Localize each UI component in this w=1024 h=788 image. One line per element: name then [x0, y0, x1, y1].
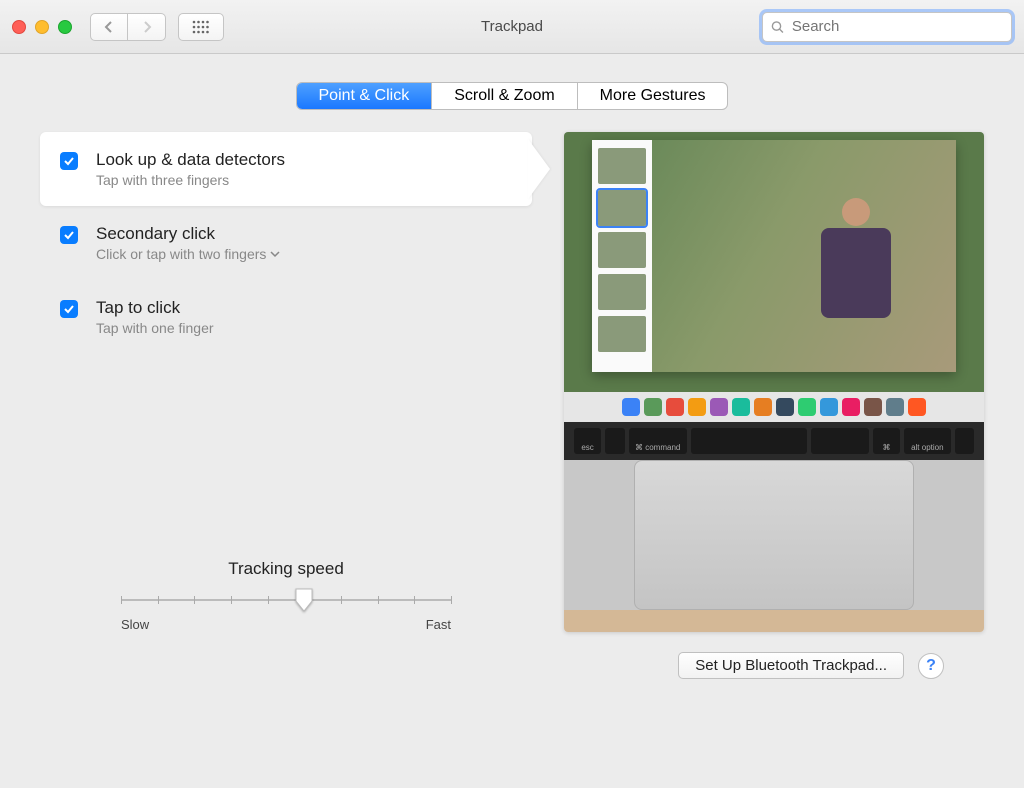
- tab-more-gestures[interactable]: More Gestures: [578, 83, 728, 109]
- option-title: Look up & data detectors: [96, 150, 285, 170]
- checkbox-tap-to-click[interactable]: [60, 300, 78, 318]
- gesture-preview: esc ⌘ command ⌘alt option: [564, 132, 984, 632]
- chevron-down-icon: [270, 250, 280, 258]
- help-button[interactable]: ?: [918, 653, 944, 679]
- option-text: Look up & data detectors Tap with three …: [96, 150, 285, 188]
- slider-max-label: Fast: [426, 617, 451, 632]
- fullscreen-window-button[interactable]: [58, 20, 72, 34]
- search-input[interactable]: [790, 17, 1003, 36]
- options-column: Look up & data detectors Tap with three …: [40, 132, 532, 632]
- dock-app-icon: [644, 398, 662, 416]
- preview-desk: [564, 610, 984, 632]
- preview-sidebar: [592, 140, 652, 372]
- keyboard-key: [811, 428, 869, 454]
- slider-min-label: Slow: [121, 617, 149, 632]
- preview-thumb: [598, 316, 646, 352]
- preview-thumb: [598, 148, 646, 184]
- option-subtitle-dropdown[interactable]: Click or tap with two fingers: [96, 246, 280, 262]
- check-icon: [63, 303, 75, 315]
- keyboard-key: alt option: [904, 428, 951, 454]
- option-tap-to-click[interactable]: Tap to click Tap with one finger: [40, 280, 532, 354]
- option-title: Tap to click: [96, 298, 214, 318]
- tabbar: Point & Click Scroll & Zoom More Gesture…: [296, 82, 729, 110]
- dock-app-icon: [886, 398, 904, 416]
- checkbox-secondary-click[interactable]: [60, 226, 78, 244]
- traffic-lights: [12, 20, 72, 34]
- preview-keyboard: esc ⌘ command ⌘alt option: [564, 422, 984, 460]
- search-field-wrap[interactable]: [762, 12, 1012, 42]
- slider-line: [121, 599, 451, 601]
- preview-thumb: [598, 232, 646, 268]
- dock-app-icon: [688, 398, 706, 416]
- keyboard-key: [955, 428, 974, 454]
- preview-trackpad: [634, 460, 914, 610]
- content-area: Point & Click Scroll & Zoom More Gesture…: [0, 54, 1024, 699]
- keyboard-key: esc: [574, 428, 601, 454]
- minimize-window-button[interactable]: [35, 20, 49, 34]
- dock-app-icon: [732, 398, 750, 416]
- preview-thumb: [598, 274, 646, 310]
- preview-trackpad-area: [564, 460, 984, 610]
- tabs-container: Point & Click Scroll & Zoom More Gesture…: [40, 82, 984, 110]
- titlebar: Trackpad: [0, 0, 1024, 54]
- dock-app-icon: [908, 398, 926, 416]
- dock-app-icon: [710, 398, 728, 416]
- grid-icon: [192, 20, 210, 34]
- keyboard-key: [605, 428, 624, 454]
- tab-scroll-zoom[interactable]: Scroll & Zoom: [432, 83, 577, 109]
- search-icon: [771, 20, 784, 34]
- tracking-speed-section: Tracking speed Slow Fast: [40, 439, 532, 632]
- dock-app-icon: [622, 398, 640, 416]
- dock-app-icon: [754, 398, 772, 416]
- dock-app-icon: [666, 398, 684, 416]
- preview-person-figure: [811, 198, 901, 338]
- option-title: Secondary click: [96, 224, 280, 244]
- preview-column: esc ⌘ command ⌘alt option: [564, 132, 984, 632]
- main-row: Look up & data detectors Tap with three …: [40, 132, 984, 632]
- keyboard-key: ⌘: [873, 428, 900, 454]
- option-look-up[interactable]: Look up & data detectors Tap with three …: [40, 132, 532, 206]
- option-secondary-click[interactable]: Secondary click Click or tap with two fi…: [40, 206, 532, 280]
- preview-screen: [564, 132, 984, 392]
- forward-button[interactable]: [128, 13, 166, 41]
- footer: Set Up Bluetooth Trackpad... ?: [40, 632, 984, 679]
- chevron-right-icon: [142, 21, 152, 33]
- option-subtitle: Tap with three fingers: [96, 172, 285, 188]
- back-button[interactable]: [90, 13, 128, 41]
- keyboard-key: [691, 428, 807, 454]
- tracking-speed-slider[interactable]: [121, 589, 451, 611]
- dock-app-icon: [864, 398, 882, 416]
- show-all-button[interactable]: [178, 13, 224, 41]
- slider-thumb[interactable]: [294, 587, 314, 613]
- tracking-speed-label: Tracking speed: [40, 559, 532, 579]
- tab-point-click[interactable]: Point & Click: [297, 83, 433, 109]
- window-title: Trackpad: [481, 18, 543, 35]
- close-window-button[interactable]: [12, 20, 26, 34]
- option-text: Tap to click Tap with one finger: [96, 298, 214, 336]
- option-text: Secondary click Click or tap with two fi…: [96, 224, 280, 262]
- dock-app-icon: [776, 398, 794, 416]
- preview-thumb-selected: [598, 190, 646, 226]
- keyboard-key: ⌘ command: [629, 428, 687, 454]
- check-icon: [63, 229, 75, 241]
- checkbox-look-up[interactable]: [60, 152, 78, 170]
- check-icon: [63, 155, 75, 167]
- option-subtitle: Tap with one finger: [96, 320, 214, 336]
- dock-app-icon: [820, 398, 838, 416]
- preview-photo: [652, 140, 956, 372]
- chevron-left-icon: [104, 21, 114, 33]
- setup-bluetooth-trackpad-button[interactable]: Set Up Bluetooth Trackpad...: [678, 652, 904, 679]
- slider-labels: Slow Fast: [121, 617, 451, 632]
- preview-dock: [564, 392, 984, 422]
- preview-app-window: [592, 140, 956, 372]
- dock-app-icon: [842, 398, 860, 416]
- dock-app-icon: [798, 398, 816, 416]
- nav-buttons: [90, 13, 166, 41]
